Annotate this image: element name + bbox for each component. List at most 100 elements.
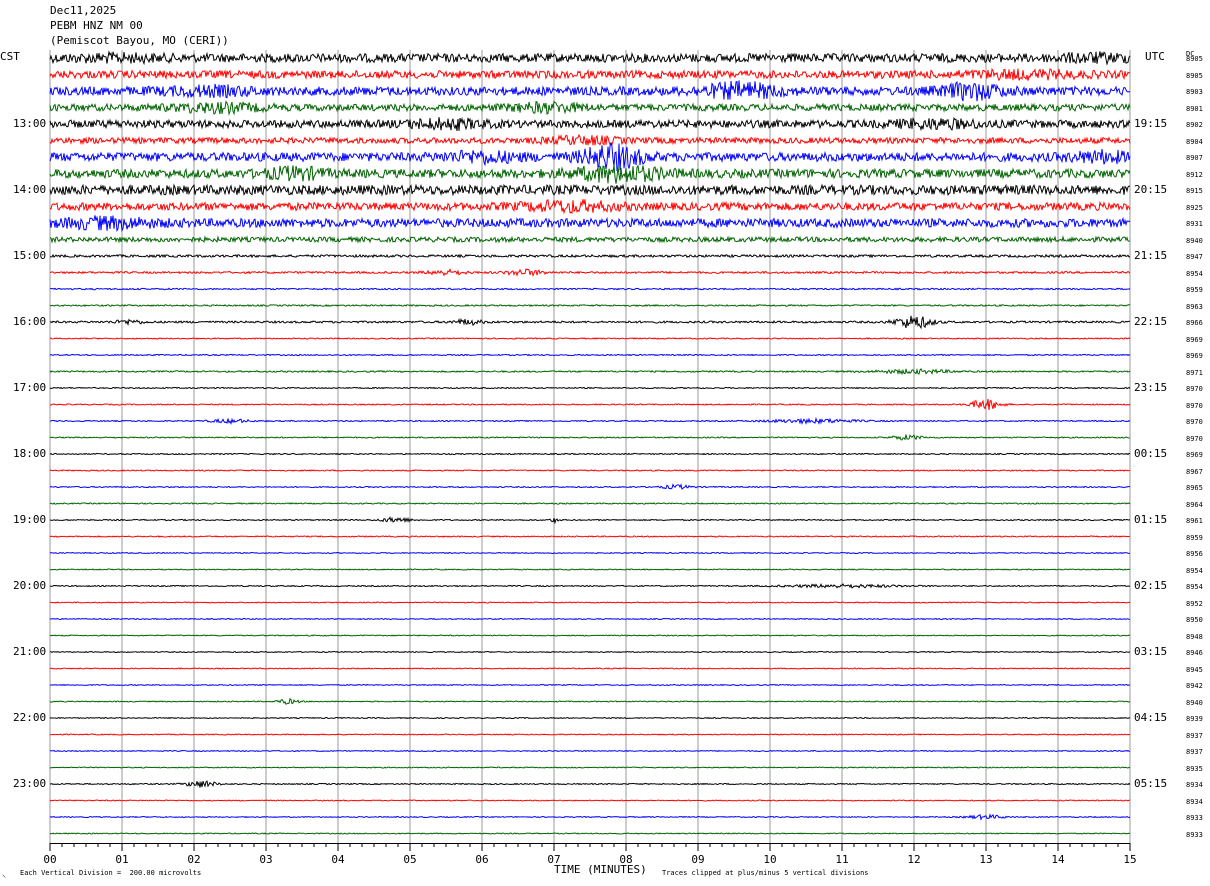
dc-offset-value: 8961 — [1186, 517, 1203, 525]
clip-note: Traces clipped at plus/minus 5 vertical … — [662, 869, 869, 877]
dc-offset-value: 8940 — [1186, 236, 1203, 245]
dc-offset-value: 8965 — [1186, 484, 1203, 492]
dc-offset-value: 8907 — [1186, 154, 1203, 162]
cst-hour-label: 13:00 — [13, 117, 47, 130]
utc-hour-label: 20:15 — [1134, 183, 1168, 196]
utc-hour-label: 00:15 — [1134, 447, 1168, 460]
seismic-trace — [49, 100, 1131, 116]
utc-hour-label: 04:15 — [1134, 711, 1168, 724]
cst-hour-label: 15:00 — [13, 249, 47, 262]
seismic-trace — [49, 799, 1131, 802]
utc-hour-label: 23:15 — [1134, 381, 1168, 394]
corner-mark: ⸜ — [2, 870, 6, 879]
dc-offset-value: 8902 — [1186, 121, 1203, 129]
seismic-trace — [49, 452, 1131, 456]
dc-offset-value: 8946 — [1186, 649, 1203, 657]
seismic-trace — [49, 667, 1131, 670]
seismic-trace — [49, 353, 1131, 357]
dc-offset-value: 8939 — [1186, 715, 1203, 723]
seismic-trace — [49, 80, 1131, 102]
cst-hour-label: 16:00 — [13, 315, 47, 328]
dc-offset-value: 8901 — [1186, 104, 1203, 113]
seismic-trace — [49, 716, 1131, 720]
cst-hour-label: 20:00 — [13, 579, 47, 592]
seismic-trace — [49, 164, 1131, 184]
utc-hour-label: 21:15 — [1134, 249, 1168, 262]
dc-offset-value: 8970 — [1186, 434, 1203, 443]
cst-hour-label: 14:00 — [13, 183, 47, 196]
dc-offset-value: 8952 — [1186, 599, 1203, 608]
seismic-trace — [49, 650, 1131, 654]
dc-offset-value: 8937 — [1186, 731, 1203, 740]
cst-hour-label: 22:00 — [13, 711, 47, 724]
dc-offset-value: 8959 — [1186, 533, 1203, 542]
dc-offset-value: 8925 — [1186, 203, 1203, 212]
cst-hour-label: 18:00 — [13, 447, 47, 460]
dc-offset-value: 8950 — [1186, 616, 1203, 624]
seismic-trace — [49, 133, 1131, 146]
seismic-trace — [49, 215, 1131, 233]
seismic-trace — [49, 634, 1131, 637]
dc-offset-value: 8937 — [1186, 748, 1203, 756]
seismic-trace — [49, 67, 1131, 82]
dc-offset-value: 8933 — [1186, 814, 1203, 822]
x-tick-label: 14 — [1051, 853, 1065, 866]
vertical-division-note: Each Vertical Division = 200.00 microvol… — [20, 869, 202, 877]
dc-offset-value: 8948 — [1186, 632, 1203, 641]
dc-offset-value: 8967 — [1186, 467, 1203, 476]
seismic-trace — [49, 813, 1131, 821]
dc-offset-value: 8956 — [1186, 550, 1203, 558]
seismic-trace — [49, 235, 1131, 244]
utc-hour-label: 02:15 — [1134, 579, 1168, 592]
seismic-trace — [49, 832, 1131, 835]
dc-offset-value: 8905 — [1186, 55, 1203, 63]
seismic-trace — [49, 141, 1131, 172]
dc-offset-value: 8954 — [1186, 269, 1203, 278]
seismic-trace — [49, 183, 1131, 197]
dc-offset-value: 8954 — [1186, 566, 1203, 575]
seismic-trace — [49, 337, 1131, 340]
dc-offset-value: 8934 — [1186, 781, 1203, 789]
seismic-trace — [49, 416, 1131, 426]
seismic-trace — [49, 315, 1131, 330]
x-tick-label: 15 — [1123, 853, 1136, 866]
x-tick-label: 01 — [115, 853, 128, 866]
dc-offset-value: 8966 — [1186, 319, 1203, 327]
dc-offset-value: 8942 — [1186, 682, 1203, 690]
dc-offset-value: 8970 — [1186, 385, 1203, 393]
cst-hour-label: 17:00 — [13, 381, 47, 394]
dc-offset-value: 8969 — [1186, 352, 1203, 360]
seismic-trace — [49, 368, 1131, 376]
x-tick-label: 11 — [835, 853, 848, 866]
seismic-trace — [49, 50, 1131, 66]
seismic-trace — [49, 303, 1131, 308]
dc-offset-value: 8959 — [1186, 286, 1203, 294]
seismic-trace — [49, 780, 1131, 788]
seismic-trace — [49, 267, 1131, 278]
seismic-trace — [49, 434, 1131, 441]
seismic-trace — [49, 749, 1131, 753]
x-tick-label: 00 — [43, 853, 56, 866]
seismic-trace — [49, 483, 1131, 490]
x-tick-label: 12 — [907, 853, 920, 866]
dc-offset-value: 8940 — [1186, 698, 1203, 707]
seismic-trace — [49, 551, 1131, 555]
seismic-trace — [49, 766, 1131, 769]
dc-offset-value: 8963 — [1186, 302, 1203, 311]
seismic-trace — [49, 516, 1131, 525]
utc-hour-label: 03:15 — [1134, 645, 1168, 658]
seismic-trace — [49, 398, 1131, 411]
utc-hour-label: 05:15 — [1134, 777, 1168, 790]
dc-offset-value: 8915 — [1186, 187, 1203, 195]
dc-offset-value: 8934 — [1186, 797, 1203, 806]
cst-hour-label: 21:00 — [13, 645, 47, 658]
seismic-trace — [49, 116, 1131, 132]
x-tick-label: 04 — [331, 853, 345, 866]
seismic-trace — [49, 583, 1131, 589]
dc-offset-value: 8933 — [1186, 830, 1203, 839]
x-tick-label: 02 — [187, 853, 200, 866]
cst-hour-label: 19:00 — [13, 513, 47, 526]
x-tick-label: 09 — [691, 853, 704, 866]
seismic-trace — [49, 535, 1131, 538]
seismic-trace — [49, 697, 1131, 705]
